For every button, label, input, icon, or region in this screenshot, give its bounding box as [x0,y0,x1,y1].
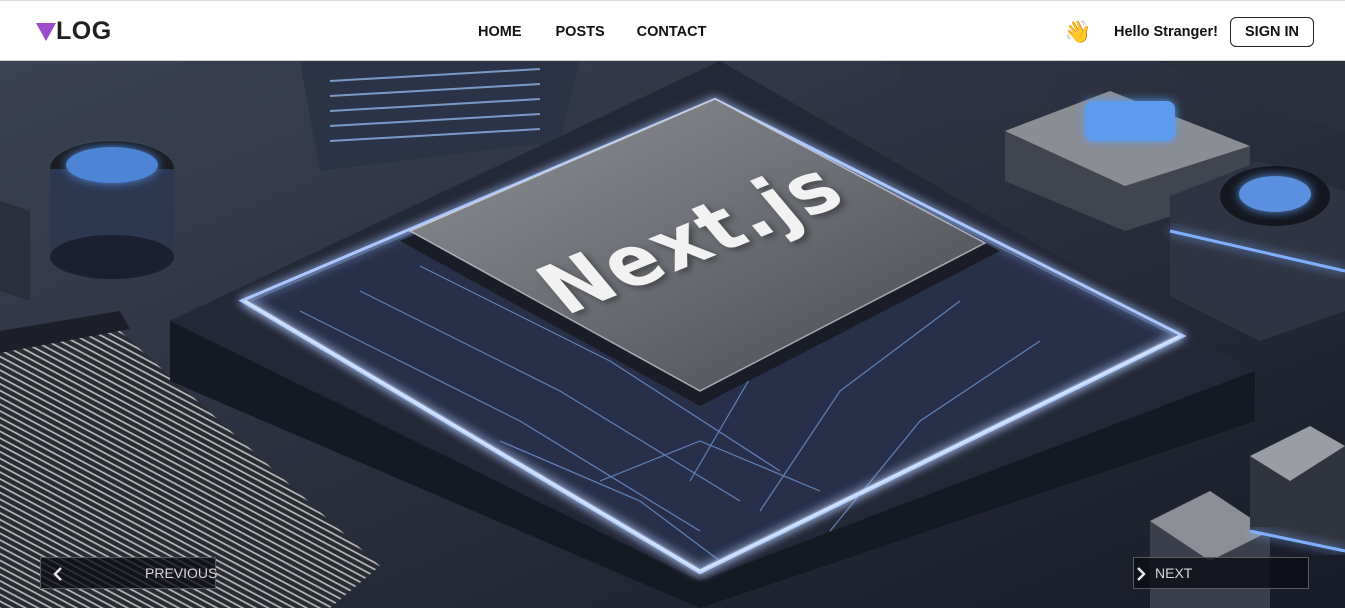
next-slide-button[interactable]: NEXT [1133,557,1309,589]
main-nav: HOME POSTS CONTACT [478,23,706,41]
previous-slide-button[interactable]: PREVIOUS [40,557,218,589]
sign-in-button[interactable]: SIGN IN [1230,17,1314,47]
logo-triangle-icon [36,22,56,41]
nav-posts-link[interactable]: POSTS [556,23,605,41]
hero-carousel: Next.js PREVIOUS NEXT [0,61,1345,608]
logo-text: LOG [56,17,112,45]
chevron-left-icon [53,567,62,581]
user-greeting: Hello Stranger! [1114,24,1218,40]
waving-hand-icon: 👋 [1064,19,1092,44]
nav-home-link[interactable]: HOME [478,23,522,41]
next-label: NEXT [1155,565,1193,581]
top-navbar: LOG HOME POSTS CONTACT 👋 Hello Stranger!… [0,0,1345,61]
previous-label: PREVIOUS [145,565,218,581]
nav-contact-link[interactable]: CONTACT [637,23,707,41]
chevron-right-icon [1137,567,1146,581]
hero-slide-image [0,61,1345,608]
site-logo[interactable]: LOG [35,18,112,44]
